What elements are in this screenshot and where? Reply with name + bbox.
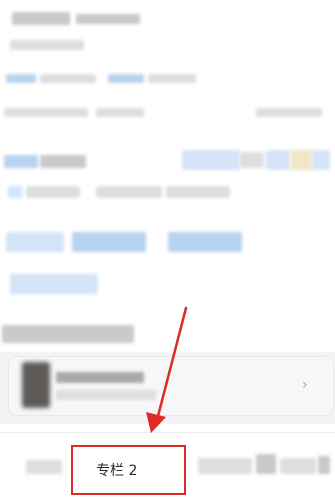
blurred-chip[interactable] [168, 232, 242, 252]
linked-content-card[interactable] [8, 356, 334, 416]
blurred-bottom-item [26, 460, 62, 474]
blurred-tag [26, 186, 80, 198]
blurred-meta [96, 108, 144, 117]
blurred-link[interactable] [6, 74, 36, 83]
chevron-right-icon: › [302, 377, 308, 393]
blurred-image-strip [240, 152, 264, 168]
blurred-chip[interactable] [10, 274, 98, 294]
blurred-title-part [76, 14, 140, 24]
blurred-bottom-item [198, 458, 252, 474]
blurred-text [40, 155, 86, 168]
blurred-image-strip [182, 150, 240, 170]
blurred-meta [256, 108, 322, 117]
blurred-card-title [56, 372, 144, 383]
blurred-bottom-item [256, 454, 276, 474]
highlight-annotation-box [71, 445, 186, 495]
blurred-chip[interactable] [6, 232, 64, 252]
blurred-text [148, 74, 196, 83]
blurred-subtitle [10, 40, 84, 50]
card-thumbnail [22, 362, 50, 408]
blurred-title-part [12, 12, 70, 25]
blurred-link[interactable] [4, 155, 38, 168]
blurred-section-heading [2, 325, 134, 343]
blurred-tag [166, 186, 230, 198]
blurred-link[interactable] [108, 74, 144, 83]
blurred-image-strip [266, 150, 290, 170]
blurred-tag-icon [8, 186, 22, 198]
blurred-tag [96, 186, 162, 198]
blurred-bottom-item [280, 458, 316, 474]
blurred-card-subtitle [56, 390, 156, 400]
blurred-chip[interactable] [72, 232, 146, 252]
blurred-text [40, 74, 96, 83]
blurred-image-strip [312, 150, 330, 170]
blurred-image-strip [290, 150, 312, 170]
divider [0, 432, 335, 433]
blurred-bottom-item [318, 456, 330, 474]
blurred-meta [4, 108, 88, 117]
